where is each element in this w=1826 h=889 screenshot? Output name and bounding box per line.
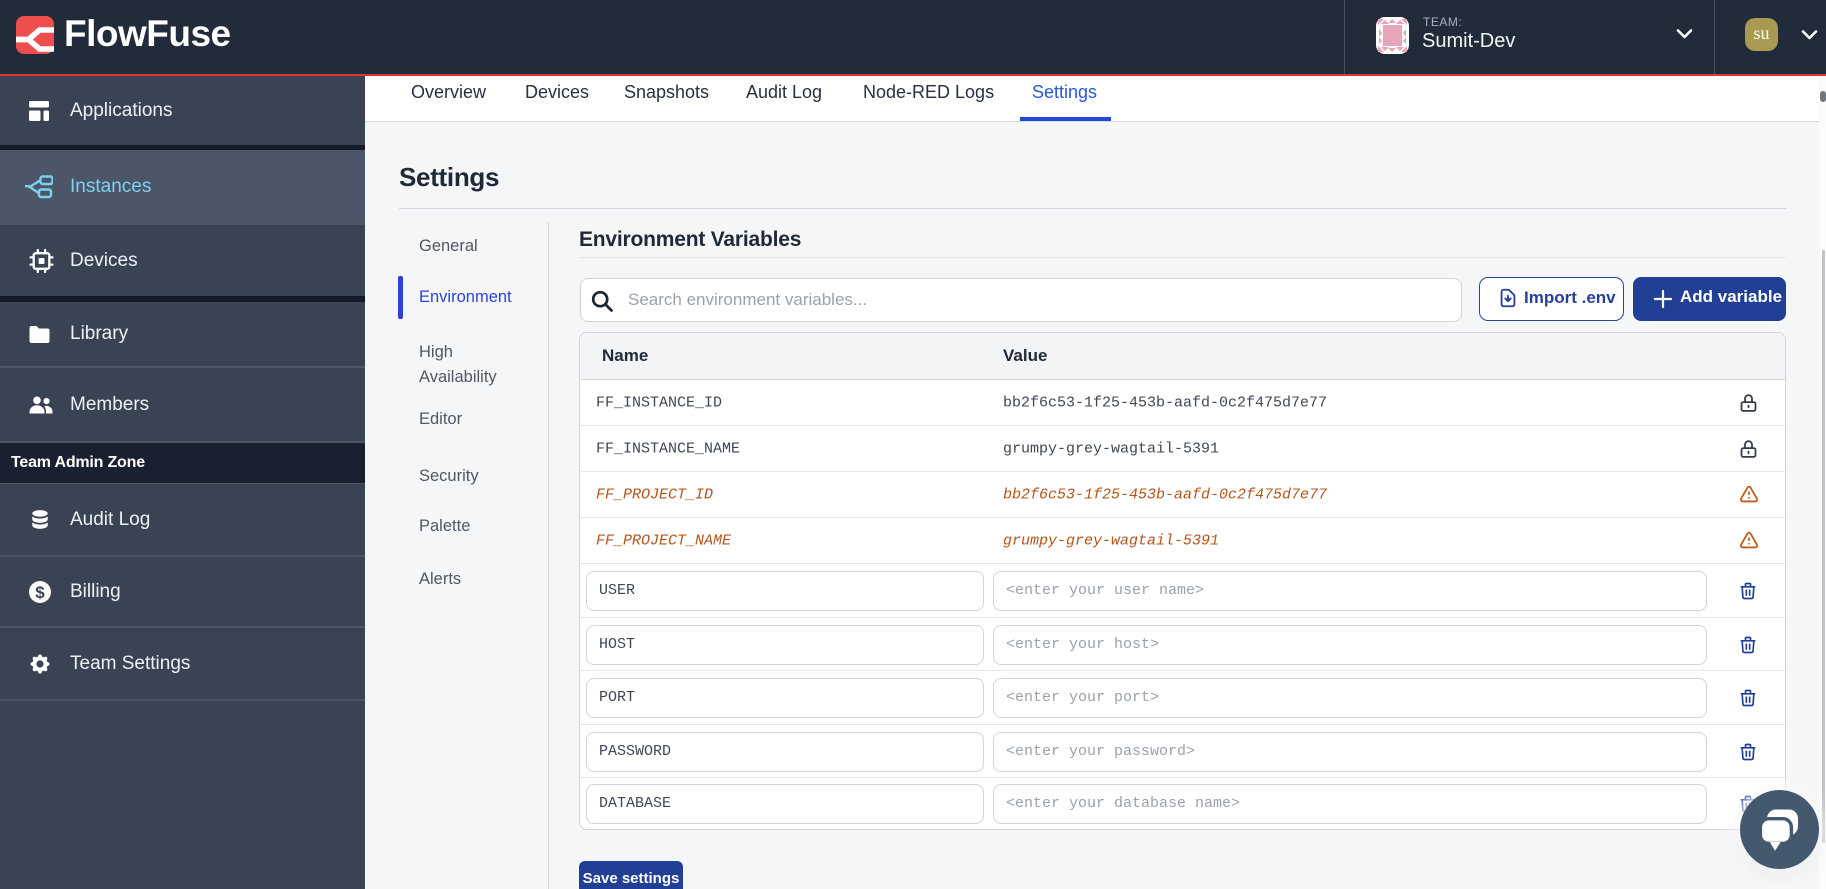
- svg-text:$: $: [35, 583, 45, 602]
